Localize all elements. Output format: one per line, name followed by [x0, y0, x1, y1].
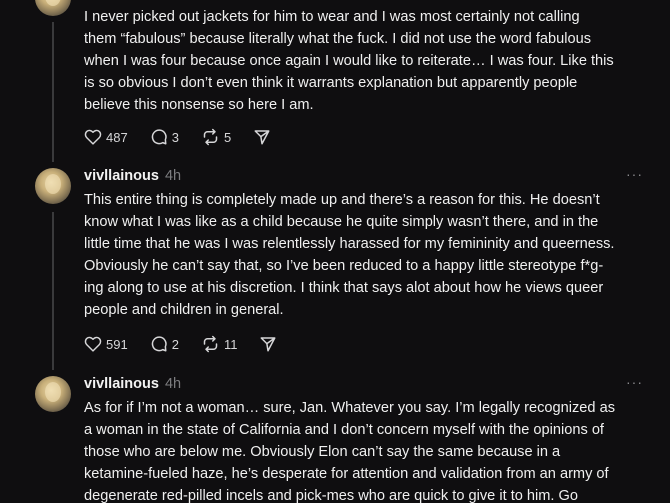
avatar[interactable] — [35, 0, 71, 16]
reply-count: 2 — [171, 336, 179, 352]
reply-count: 3 — [171, 129, 179, 145]
send-icon — [254, 130, 270, 145]
post-text-line: degenerate red-pilled incels and pick-me… — [84, 488, 579, 503]
post-text-line: is so obvious I don’t even think it warr… — [84, 75, 578, 91]
avatar[interactable] — [35, 376, 71, 412]
repost-icon — [203, 128, 218, 146]
post-time: 4h — [164, 376, 182, 392]
reply-button[interactable]: 3 — [150, 128, 179, 146]
post-text-line: little time that he was I was relentless… — [84, 236, 615, 252]
post-text-line: ing along to use at his discretion. I th… — [84, 280, 604, 296]
post-text-line: them “fabulous” because literally what t… — [84, 31, 592, 47]
post-actions: 487 3 5 — [84, 127, 293, 147]
username[interactable]: vivllainous — [84, 376, 159, 392]
post-text: I never picked out jackets for him to we… — [84, 6, 644, 116]
post-text-line: ketamine-fueled haze, he’s desperate for… — [84, 466, 609, 482]
post-text-line: when I was four because once again I wou… — [84, 53, 614, 69]
repost-count: 11 — [223, 336, 238, 352]
heart-icon — [84, 336, 102, 352]
post-text-line: Obviously he can’t say that, so I’ve bee… — [84, 258, 604, 274]
post-text-line: I never picked out jackets for him to we… — [84, 9, 580, 25]
thread-feed: I never picked out jackets for him to we… — [0, 0, 670, 503]
post-text-line: This entire thing is completely made up … — [84, 192, 600, 208]
post-text-line: those who are below me. Obviously Elon c… — [84, 444, 561, 460]
post-time: 4h — [164, 168, 182, 184]
repost-button[interactable]: 11 — [201, 335, 238, 353]
thread-line — [52, 212, 54, 370]
comment-icon — [151, 336, 167, 352]
post-text-line: believe this nonsense so here I am. — [84, 97, 314, 113]
post-text-line: know what I was like as a child because … — [84, 214, 599, 230]
thread-line — [52, 22, 54, 162]
send-icon — [260, 337, 276, 352]
post-header: vivllainous 4h — [84, 168, 181, 184]
repost-icon — [203, 335, 218, 353]
post-actions: 591 2 11 — [84, 334, 299, 354]
reply-button[interactable]: 2 — [150, 335, 179, 353]
post-text-line: As for if I’m not a woman… sure, Jan. Wh… — [84, 400, 615, 416]
like-count: 487 — [106, 129, 128, 145]
like-button[interactable]: 487 — [84, 129, 128, 145]
like-count: 591 — [106, 336, 128, 352]
avatar[interactable] — [35, 168, 71, 204]
like-button[interactable]: 591 — [84, 336, 128, 352]
heart-icon — [84, 129, 102, 145]
more-icon[interactable]: ··· — [626, 374, 643, 390]
share-button[interactable] — [253, 128, 271, 146]
comment-icon — [151, 129, 167, 145]
post-text-line: a woman in the state of California and I… — [84, 422, 604, 438]
post-text: This entire thing is completely made up … — [84, 189, 644, 321]
post-text: As for if I’m not a woman… sure, Jan. Wh… — [84, 397, 644, 503]
username[interactable]: vivllainous — [84, 168, 159, 184]
post-header: vivllainous 4h — [84, 376, 181, 392]
repost-button[interactable]: 5 — [201, 128, 231, 146]
share-button[interactable] — [259, 335, 277, 353]
post-text-line: people and children in general. — [84, 302, 284, 318]
more-icon[interactable]: ··· — [626, 166, 643, 182]
repost-count: 5 — [223, 129, 232, 145]
